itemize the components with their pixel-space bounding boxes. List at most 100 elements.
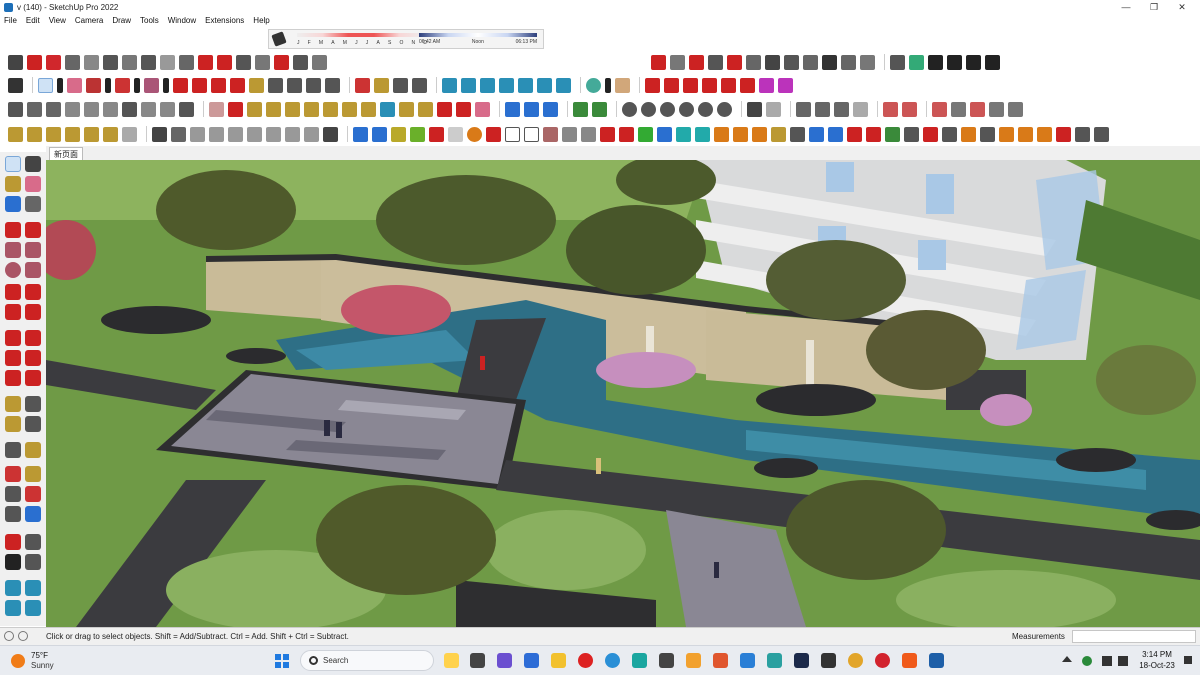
chevron-down-icon[interactable] bbox=[163, 77, 169, 93]
shape-tool-icon[interactable] bbox=[651, 54, 666, 70]
arrows-icon[interactable] bbox=[828, 126, 843, 142]
zoom-icon[interactable] bbox=[393, 77, 408, 93]
look-around-icon[interactable] bbox=[25, 534, 41, 550]
orbit-icon[interactable] bbox=[5, 466, 21, 482]
sandbox-contours-icon[interactable] bbox=[442, 77, 457, 93]
menu-draw[interactable]: Draw bbox=[112, 16, 131, 25]
gear-icon[interactable] bbox=[790, 126, 805, 142]
ribbon-icon[interactable] bbox=[689, 54, 704, 70]
paint-bucket-icon[interactable] bbox=[325, 77, 340, 93]
flip-icon[interactable] bbox=[524, 101, 539, 117]
push-pull-icon[interactable] bbox=[25, 330, 41, 346]
sandbox-scratch-icon[interactable] bbox=[25, 580, 41, 596]
plane-icon[interactable] bbox=[410, 126, 425, 142]
measurements-input[interactable] bbox=[1072, 630, 1196, 643]
materials-icon[interactable] bbox=[27, 101, 42, 117]
orbit-icon[interactable] bbox=[355, 77, 370, 93]
hidden-line-icon[interactable] bbox=[853, 101, 868, 117]
zoom-window-icon[interactable] bbox=[25, 486, 41, 502]
extrude-icon[interactable] bbox=[160, 54, 175, 70]
box-outline-icon[interactable] bbox=[209, 126, 224, 142]
zoom-extents-icon[interactable] bbox=[5, 506, 21, 522]
make-component-icon[interactable] bbox=[171, 126, 186, 142]
arc-tool-icon[interactable] bbox=[115, 77, 130, 93]
trim-icon[interactable] bbox=[274, 54, 289, 70]
group-icon[interactable] bbox=[152, 126, 167, 142]
warning-icon[interactable] bbox=[733, 126, 748, 142]
zoom-extents-icon[interactable] bbox=[412, 77, 427, 93]
weather-condition[interactable]: Sunny bbox=[31, 661, 54, 670]
brave-icon[interactable] bbox=[713, 653, 728, 668]
widgets-icon[interactable] bbox=[524, 653, 539, 668]
plane-icon[interactable] bbox=[353, 126, 368, 142]
wifi-icon[interactable] bbox=[1102, 656, 1112, 666]
red-square-icon[interactable] bbox=[486, 126, 501, 142]
house-outline-icon[interactable] bbox=[966, 54, 981, 70]
search-icon[interactable] bbox=[8, 77, 23, 93]
start-button[interactable] bbox=[275, 654, 289, 668]
split-solid-icon[interactable] bbox=[698, 101, 713, 117]
monochrome-icon[interactable] bbox=[932, 101, 947, 117]
outliner-icon[interactable] bbox=[989, 101, 1004, 117]
pan-icon[interactable] bbox=[25, 466, 41, 482]
component-icon[interactable] bbox=[947, 54, 962, 70]
sphere-icon[interactable] bbox=[822, 54, 837, 70]
box-outline-icon[interactable] bbox=[266, 126, 281, 142]
menu-camera[interactable]: Camera bbox=[75, 16, 103, 25]
circle-icon[interactable] bbox=[5, 262, 21, 278]
axis-icon[interactable] bbox=[505, 101, 520, 117]
menu-tools[interactable]: Tools bbox=[140, 16, 159, 25]
loop-arrow-icon[interactable] bbox=[771, 126, 786, 142]
close-button[interactable]: ✕ bbox=[1168, 0, 1196, 14]
smoove-icon[interactable] bbox=[5, 600, 21, 616]
layout-icon[interactable] bbox=[985, 54, 1000, 70]
push-pull-icon[interactable] bbox=[173, 77, 188, 93]
outer-shell-icon[interactable] bbox=[592, 101, 607, 117]
section-plane-icon[interactable] bbox=[25, 554, 41, 570]
stripe-icon[interactable] bbox=[708, 54, 723, 70]
section-icon[interactable] bbox=[615, 77, 630, 93]
back-edges-icon[interactable] bbox=[815, 101, 830, 117]
triangle-icon[interactable] bbox=[676, 126, 691, 142]
solid-inspector-icon[interactable] bbox=[573, 101, 588, 117]
menu-edit[interactable]: Edit bbox=[26, 16, 40, 25]
view-top-icon[interactable] bbox=[664, 77, 679, 93]
pan-icon[interactable] bbox=[374, 77, 389, 93]
polyline-red-icon[interactable] bbox=[600, 126, 615, 142]
tool-icon[interactable] bbox=[942, 126, 957, 142]
frame-icon[interactable] bbox=[122, 101, 137, 117]
tool-icon[interactable] bbox=[904, 126, 919, 142]
sun-icon[interactable] bbox=[84, 126, 99, 142]
previous-view-icon[interactable] bbox=[25, 506, 41, 522]
dashed-line-icon[interactable] bbox=[1075, 126, 1090, 142]
more-icon[interactable] bbox=[1094, 126, 1109, 142]
shapes-icon[interactable] bbox=[144, 77, 159, 93]
volume-icon[interactable] bbox=[1118, 656, 1128, 666]
scale-icon[interactable] bbox=[5, 370, 21, 386]
xray-icon[interactable] bbox=[796, 101, 811, 117]
wireframe-icon[interactable] bbox=[841, 54, 856, 70]
hatching-icon[interactable] bbox=[65, 101, 80, 117]
orange-grid-icon[interactable] bbox=[1018, 126, 1033, 142]
offset-icon[interactable] bbox=[198, 54, 213, 70]
rotate-tool-icon[interactable] bbox=[467, 126, 482, 142]
loop-icon[interactable] bbox=[399, 101, 414, 117]
file-explorer-icon[interactable] bbox=[551, 653, 566, 668]
telegram-icon[interactable] bbox=[605, 653, 620, 668]
array-icon[interactable] bbox=[160, 101, 175, 117]
zoom-icon[interactable] bbox=[5, 486, 21, 502]
move-icon[interactable] bbox=[211, 77, 226, 93]
sketchup-taskbar-icon[interactable] bbox=[767, 653, 782, 668]
sandbox-scratch-icon[interactable] bbox=[461, 77, 476, 93]
soundcloud-icon[interactable] bbox=[902, 653, 917, 668]
door-icon[interactable] bbox=[179, 101, 194, 117]
axes-icon[interactable] bbox=[5, 442, 21, 458]
pinterest-icon[interactable] bbox=[875, 653, 890, 668]
styles-icon[interactable] bbox=[586, 77, 601, 93]
follow-me-icon[interactable] bbox=[25, 350, 41, 366]
trim-solid-icon[interactable] bbox=[679, 101, 694, 117]
plane-icon[interactable] bbox=[448, 126, 463, 142]
house-icon[interactable] bbox=[928, 54, 943, 70]
subtract-icon[interactable] bbox=[660, 101, 675, 117]
box-outline-icon[interactable] bbox=[247, 126, 262, 142]
